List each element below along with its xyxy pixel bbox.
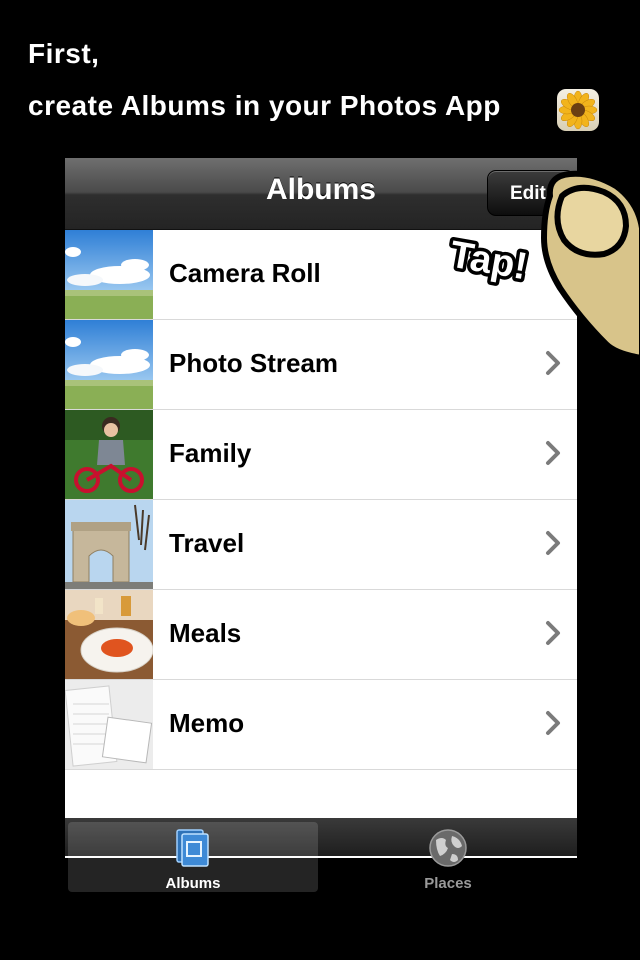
- album-label: Travel: [169, 528, 245, 558]
- memo-thumbnail: [65, 680, 153, 769]
- album-row-family[interactable]: Family: [65, 410, 577, 500]
- album-row-memo[interactable]: Memo: [65, 680, 577, 770]
- navigation-bar: Albums Edit: [65, 158, 577, 230]
- photo-stream-thumbnail: [65, 320, 153, 409]
- album-row-photo-stream[interactable]: Photo Stream: [65, 320, 577, 410]
- travel-thumbnail: [65, 500, 153, 589]
- album-row-meals[interactable]: Meals: [65, 590, 577, 680]
- tab-albums-label: Albums: [165, 875, 221, 892]
- album-row-travel[interactable]: Travel: [65, 500, 577, 590]
- tab-bar: Albums Places: [65, 818, 577, 898]
- albums-icon: [176, 829, 209, 867]
- camera-roll-thumbnail: [65, 230, 153, 319]
- meals-thumbnail: [65, 590, 153, 679]
- album-label: Memo: [169, 708, 245, 738]
- tap-hint-label: Tap!: [446, 232, 534, 292]
- chevron-right-icon: [546, 441, 560, 465]
- sunflower-icon: [557, 89, 599, 131]
- chevron-right-icon: [546, 711, 560, 735]
- tab-places[interactable]: Places: [323, 822, 573, 892]
- instruction-line-1: First,: [28, 38, 100, 69]
- chevron-right-icon: [546, 621, 560, 645]
- chevron-right-icon: [546, 531, 560, 555]
- album-label: Meals: [169, 618, 242, 648]
- album-label: Photo Stream: [169, 348, 339, 378]
- globe-icon: [429, 829, 467, 867]
- album-label: Camera Roll: [169, 258, 321, 288]
- album-list: Camera Roll Photo Stream Family Travel M…: [65, 230, 577, 770]
- tab-albums[interactable]: Albums: [68, 822, 318, 892]
- tab-places-label: Places: [424, 875, 472, 892]
- instruction-line-2: create Albums in your Photos App: [28, 90, 501, 121]
- tap-hint-text: Tap!: [447, 234, 531, 289]
- album-label: Family: [169, 438, 252, 468]
- family-thumbnail: [65, 410, 153, 499]
